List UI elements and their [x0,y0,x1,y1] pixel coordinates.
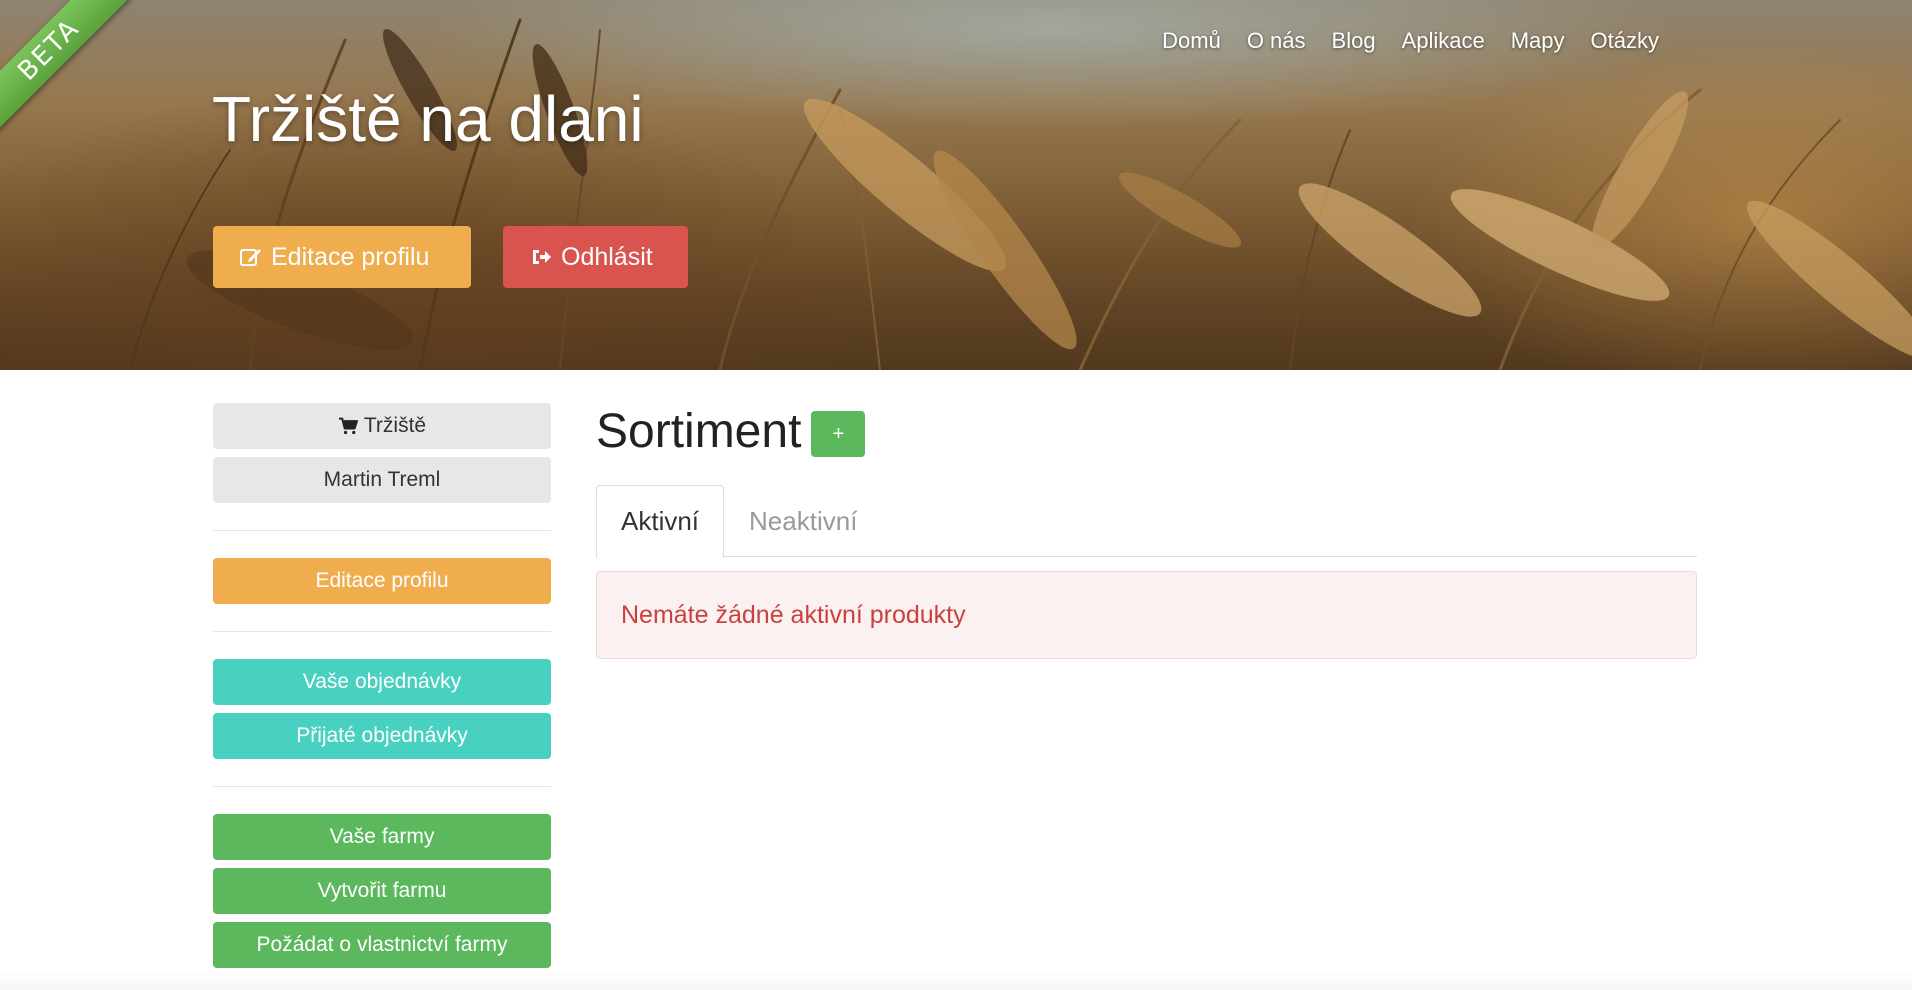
alert-message: Nemáte žádné aktivní produkty [621,600,966,629]
nav-link-maps[interactable]: Mapy [1498,24,1578,58]
empty-products-alert: Nemáte žádné aktivní produkty [596,571,1697,659]
sidebar-your-farms-button[interactable]: Vaše farmy [213,814,551,860]
nav-link-faq[interactable]: Otázky [1578,24,1672,58]
sidebar-user-name-button[interactable]: Martin Treml [213,457,551,503]
nav-link-about[interactable]: O nás [1234,24,1319,58]
sidebar: Tržiště Martin Treml Editace profilu Vaš… [213,403,551,968]
sidebar-edit-profile-button[interactable]: Editace profilu [213,558,551,604]
divider [213,530,551,531]
add-product-button[interactable]: + [811,411,866,457]
hero-banner: BETA Domů O nás Blog Aplikace Mapy Otázk… [0,0,1912,370]
sidebar-received-orders-button[interactable]: Přijaté objednávky [213,713,551,759]
shopping-cart-icon [338,417,358,435]
tab-inactive[interactable]: Neaktivní [724,485,882,557]
title-row: Sortiment + [596,403,1697,459]
nav-link-home[interactable]: Domů [1149,24,1234,58]
tab-active[interactable]: Aktivní [596,485,725,558]
hero-edit-profile-label: Editace profilu [271,242,430,271]
divider [213,631,551,632]
divider [213,786,551,787]
top-navigation: Domů O nás Blog Aplikace Mapy Otázky [1149,24,1672,58]
sidebar-request-farm-ownership-button[interactable]: Požádat o vlastnictví farmy [213,922,551,968]
pencil-square-icon [240,249,261,266]
site-title: Tržiště na dlani [212,83,644,155]
page-title: Sortiment [596,404,802,458]
nav-link-apps[interactable]: Aplikace [1389,24,1498,58]
product-tabs: Aktivní Neaktivní [596,485,1697,558]
sidebar-market-label: Tržiště [363,414,427,437]
hero-logout-button[interactable]: Odhlásit [503,226,688,288]
sign-out-icon [533,250,551,264]
main-content: Sortiment + Aktivní Neaktivní Nemáte žád… [596,403,1697,659]
hero-edit-profile-button[interactable]: Editace profilu [213,226,471,288]
sidebar-your-orders-button[interactable]: Vaše objednávky [213,659,551,705]
nav-link-blog[interactable]: Blog [1319,24,1389,58]
hero-logout-label: Odhlásit [561,242,653,271]
sidebar-create-farm-button[interactable]: Vytvořit farmu [213,868,551,914]
sidebar-market-button[interactable]: Tržiště [213,403,551,449]
